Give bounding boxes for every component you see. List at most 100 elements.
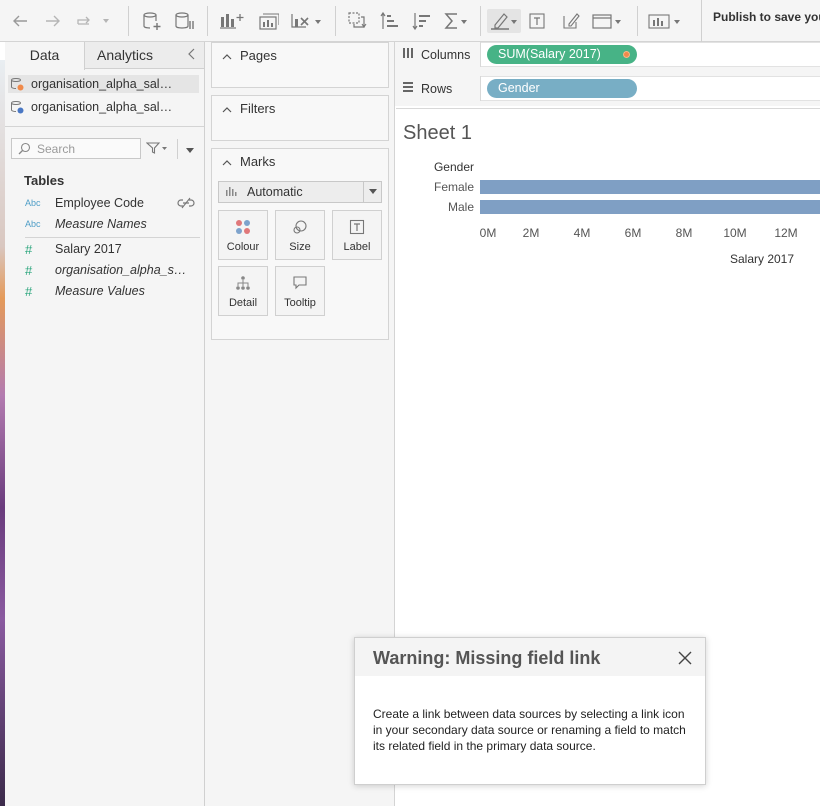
colour-button[interactable]: Colour <box>218 210 268 260</box>
number-type-icon: # <box>25 262 33 278</box>
data-source-primary[interactable]: organisation_alpha_salary_data_primary <box>8 75 199 93</box>
totals-icon[interactable] <box>443 9 469 33</box>
x-tick-label: 10M <box>723 226 746 240</box>
filter-fields-icon[interactable] <box>146 141 168 155</box>
tooltip-label: Tooltip <box>284 297 316 309</box>
detail-icon <box>219 275 267 291</box>
dialog-title: Warning: Missing field link <box>373 648 601 668</box>
columns-shelf[interactable]: Columns SUM(Salary 2017) <box>395 42 820 67</box>
pause-data-source-icon[interactable] <box>173 9 195 33</box>
show-mark-labels-icon[interactable] <box>527 9 547 33</box>
duplicate-sheet-icon[interactable] <box>256 9 280 33</box>
sheet-title: Sheet 1 <box>403 122 472 144</box>
show-me-icon[interactable] <box>647 9 683 33</box>
secondary-data-source-icon <box>10 100 24 114</box>
columns-pill-label: SUM(Salary 2017) <box>498 47 601 61</box>
detail-button[interactable]: Detail <box>218 266 268 316</box>
size-label: Size <box>289 241 311 253</box>
broken-link-icon[interactable] <box>177 197 195 212</box>
field-salary-2017[interactable]: # Salary 2017 <box>25 240 200 258</box>
x-tick-label: 0M <box>480 226 497 240</box>
new-worksheet-icon[interactable] <box>219 9 247 33</box>
dialog-message: Create a link between data sources by se… <box>373 707 686 753</box>
chevron-down-icon[interactable] <box>363 182 381 202</box>
string-type-icon: Abc <box>25 198 41 208</box>
data-source-label: organisation_alpha_salary_data_secondary <box>31 100 176 114</box>
row-header-label: Gender <box>434 160 474 174</box>
chevron-up-icon[interactable] <box>222 101 232 116</box>
filters-card[interactable]: Filters <box>211 95 389 141</box>
category-label: Male <box>448 200 474 214</box>
undo-icon[interactable] <box>10 9 30 33</box>
marks-card: Marks Automatic Colour Size Label Detail <box>211 148 389 340</box>
size-button[interactable]: Size <box>275 210 325 260</box>
marks-title: Marks <box>240 154 276 169</box>
size-icon <box>276 219 324 235</box>
tab-data[interactable]: Data <box>5 42 85 70</box>
label-label: Label <box>343 241 371 253</box>
data-source-label: organisation_alpha_salary_data_primary <box>31 77 176 91</box>
dialog-header: Warning: Missing field link <box>355 638 705 676</box>
field-name: Employee Code <box>55 196 144 210</box>
label-button[interactable]: Label <box>332 210 382 260</box>
field-name: Measure Values <box>55 284 145 298</box>
data-pane: Data Analytics organisation_alpha_salary… <box>5 42 205 806</box>
collapse-pane-icon[interactable] <box>188 47 196 63</box>
shelves: Columns SUM(Salary 2017) Rows Gender <box>395 42 820 106</box>
close-icon[interactable] <box>678 651 692 668</box>
columns-pill[interactable]: SUM(Salary 2017) <box>487 45 637 64</box>
rows-icon <box>402 81 414 96</box>
publish-label[interactable]: Publish to save you <box>713 10 820 24</box>
field-record-count[interactable]: # organisation_alpha_salary_data <box>25 261 200 279</box>
category-label: Female <box>434 180 474 194</box>
field-name: Salary 2017 <box>55 242 122 256</box>
string-type-icon: Abc <box>25 219 41 229</box>
field-name: Measure Names <box>55 217 147 231</box>
columns-icon <box>402 47 414 62</box>
rows-pill[interactable]: Gender <box>487 79 637 98</box>
chevron-up-icon[interactable] <box>222 48 232 63</box>
new-data-source-icon[interactable] <box>141 9 163 33</box>
x-tick-label: 2M <box>523 226 540 240</box>
x-axis-title: Salary 2017 <box>730 252 794 266</box>
tables-title: Tables <box>24 173 65 188</box>
sort-ascending-icon[interactable] <box>379 9 401 33</box>
colour-label: Colour <box>226 241 260 253</box>
x-tick-label: 6M <box>625 226 642 240</box>
bar-chart: Gender Female Male 0M 2M 4M 6M 8M 10M 12M Salary 2… <box>434 160 820 266</box>
mark-type-select[interactable]: Automatic <box>218 181 382 203</box>
automatic-mark-icon <box>225 185 239 200</box>
replay-icon[interactable] <box>74 9 112 33</box>
tab-analytics[interactable]: Analytics <box>86 42 164 69</box>
field-measure-names[interactable]: Abc Measure Names <box>25 215 200 233</box>
fit-view-icon[interactable] <box>591 9 623 33</box>
number-type-icon: # <box>25 283 33 299</box>
primary-data-source-icon <box>10 77 24 91</box>
pages-card[interactable]: Pages <box>211 42 389 88</box>
clear-sheet-icon[interactable] <box>290 9 322 33</box>
bar <box>480 180 820 194</box>
search-input[interactable]: Search <box>11 138 141 159</box>
filters-title: Filters <box>240 101 276 116</box>
pages-title: Pages <box>240 48 277 63</box>
number-type-icon: # <box>25 241 33 257</box>
highlight-icon[interactable] <box>487 9 521 33</box>
chevron-up-icon[interactable] <box>222 154 232 169</box>
rows-shelf[interactable]: Rows Gender <box>395 76 820 101</box>
rows-pill-label: Gender <box>498 81 540 95</box>
field-measure-values[interactable]: # Measure Values <box>25 282 200 300</box>
bar <box>480 200 820 214</box>
field-employee-code[interactable]: Abc Employee Code <box>25 194 200 212</box>
text-label-icon <box>333 219 381 235</box>
tooltip-button[interactable]: Tooltip <box>275 266 325 316</box>
swap-rows-columns-icon[interactable] <box>346 9 368 33</box>
data-source-secondary[interactable]: organisation_alpha_salary_data_secondary <box>8 98 199 116</box>
format-workbook-icon[interactable] <box>560 9 582 33</box>
tooltip-icon <box>276 275 324 291</box>
primary-source-indicator <box>622 50 631 59</box>
pane-tabs: Data Analytics <box>5 42 204 70</box>
redo-icon[interactable] <box>43 9 63 33</box>
missing-field-link-dialog: Warning: Missing field link Create a lin… <box>354 637 706 785</box>
data-pane-menu-icon[interactable] <box>185 144 195 158</box>
sort-descending-icon[interactable] <box>411 9 433 33</box>
